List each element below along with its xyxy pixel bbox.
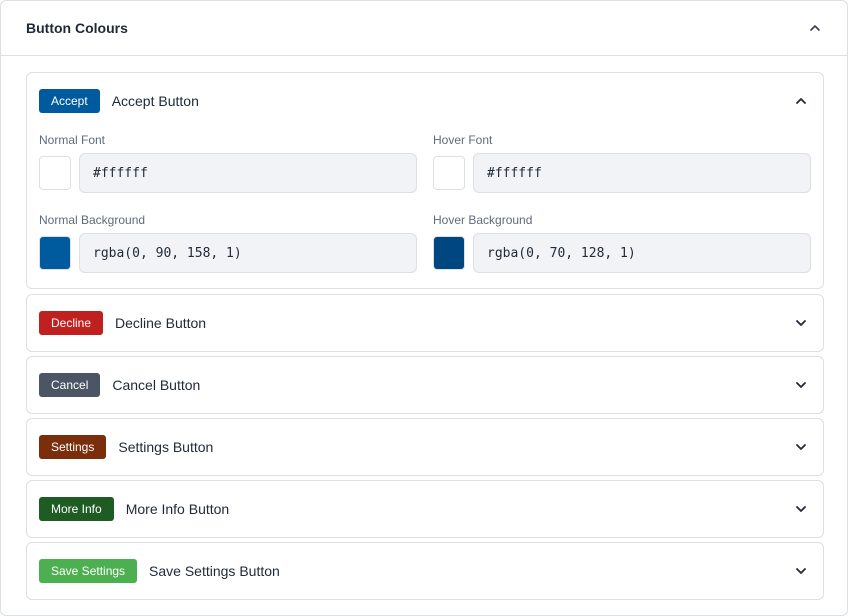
decline-section-label: Decline Button — [115, 315, 207, 331]
normal-background-label: Normal Background — [39, 213, 146, 227]
hover-font-label: Hover Font — [433, 133, 493, 147]
settings-badge: Settings — [39, 435, 107, 459]
normal-background-input[interactable]: rgba(0, 90, 158, 1) — [79, 233, 417, 273]
normal-font-swatch[interactable] — [39, 156, 71, 190]
chevron-down-icon[interactable] — [794, 440, 808, 454]
chevron-up-icon[interactable] — [794, 94, 808, 108]
normal-font-input[interactable]: #ffffff — [79, 153, 417, 193]
button-colours-panel: Button Colours Accept Accept Button Norm… — [0, 0, 848, 616]
settings-section-header[interactable]: Settings Settings Button — [27, 419, 823, 475]
more-info-badge: More Info — [39, 497, 114, 521]
decline-badge: Decline — [39, 311, 104, 335]
settings-section-label: Settings Button — [118, 439, 214, 455]
normal-background-swatch[interactable] — [39, 236, 71, 270]
accept-badge: Accept — [39, 89, 100, 113]
chevron-up-icon[interactable] — [808, 21, 822, 35]
more-info-section-label: More Info Button — [125, 501, 230, 517]
accept-color-fields: Normal Font #ffffff Hover Font #ffffff N… — [27, 129, 823, 289]
save-settings-button-section: Save Settings Save Settings Button — [26, 542, 824, 600]
chevron-down-icon[interactable] — [794, 564, 808, 578]
panel-header[interactable]: Button Colours — [1, 1, 847, 56]
accept-section-label: Accept Button — [111, 93, 199, 109]
save-settings-section-label: Save Settings Button — [149, 563, 280, 579]
chevron-down-icon[interactable] — [794, 378, 808, 392]
normal-font-label: Normal Font — [39, 133, 106, 147]
panel-title: Button Colours — [26, 20, 128, 36]
accept-button-section: Accept Accept Button Normal Font #ffffff… — [26, 72, 824, 289]
chevron-down-icon[interactable] — [794, 502, 808, 516]
hover-background-swatch[interactable] — [433, 236, 465, 270]
settings-button-section: Settings Settings Button — [26, 418, 824, 476]
accept-section-header[interactable]: Accept Accept Button — [27, 73, 823, 129]
hover-background-label: Hover Background — [433, 213, 533, 227]
save-settings-badge: Save Settings — [39, 559, 138, 583]
more-info-button-section: More Info More Info Button — [26, 480, 824, 538]
cancel-button-section: Cancel Cancel Button — [26, 356, 824, 414]
save-settings-section-header[interactable]: Save Settings Save Settings Button — [27, 543, 823, 599]
hover-font-swatch[interactable] — [433, 156, 465, 190]
hover-font-input[interactable]: #ffffff — [473, 153, 811, 193]
cancel-section-label: Cancel Button — [112, 377, 201, 393]
more-info-section-header[interactable]: More Info More Info Button — [27, 481, 823, 537]
decline-section-header[interactable]: Decline Decline Button — [27, 295, 823, 351]
cancel-section-header[interactable]: Cancel Cancel Button — [27, 357, 823, 413]
decline-button-section: Decline Decline Button — [26, 294, 824, 352]
cancel-badge: Cancel — [39, 373, 101, 397]
chevron-down-icon[interactable] — [794, 316, 808, 330]
hover-background-input[interactable]: rgba(0, 70, 128, 1) — [473, 233, 811, 273]
